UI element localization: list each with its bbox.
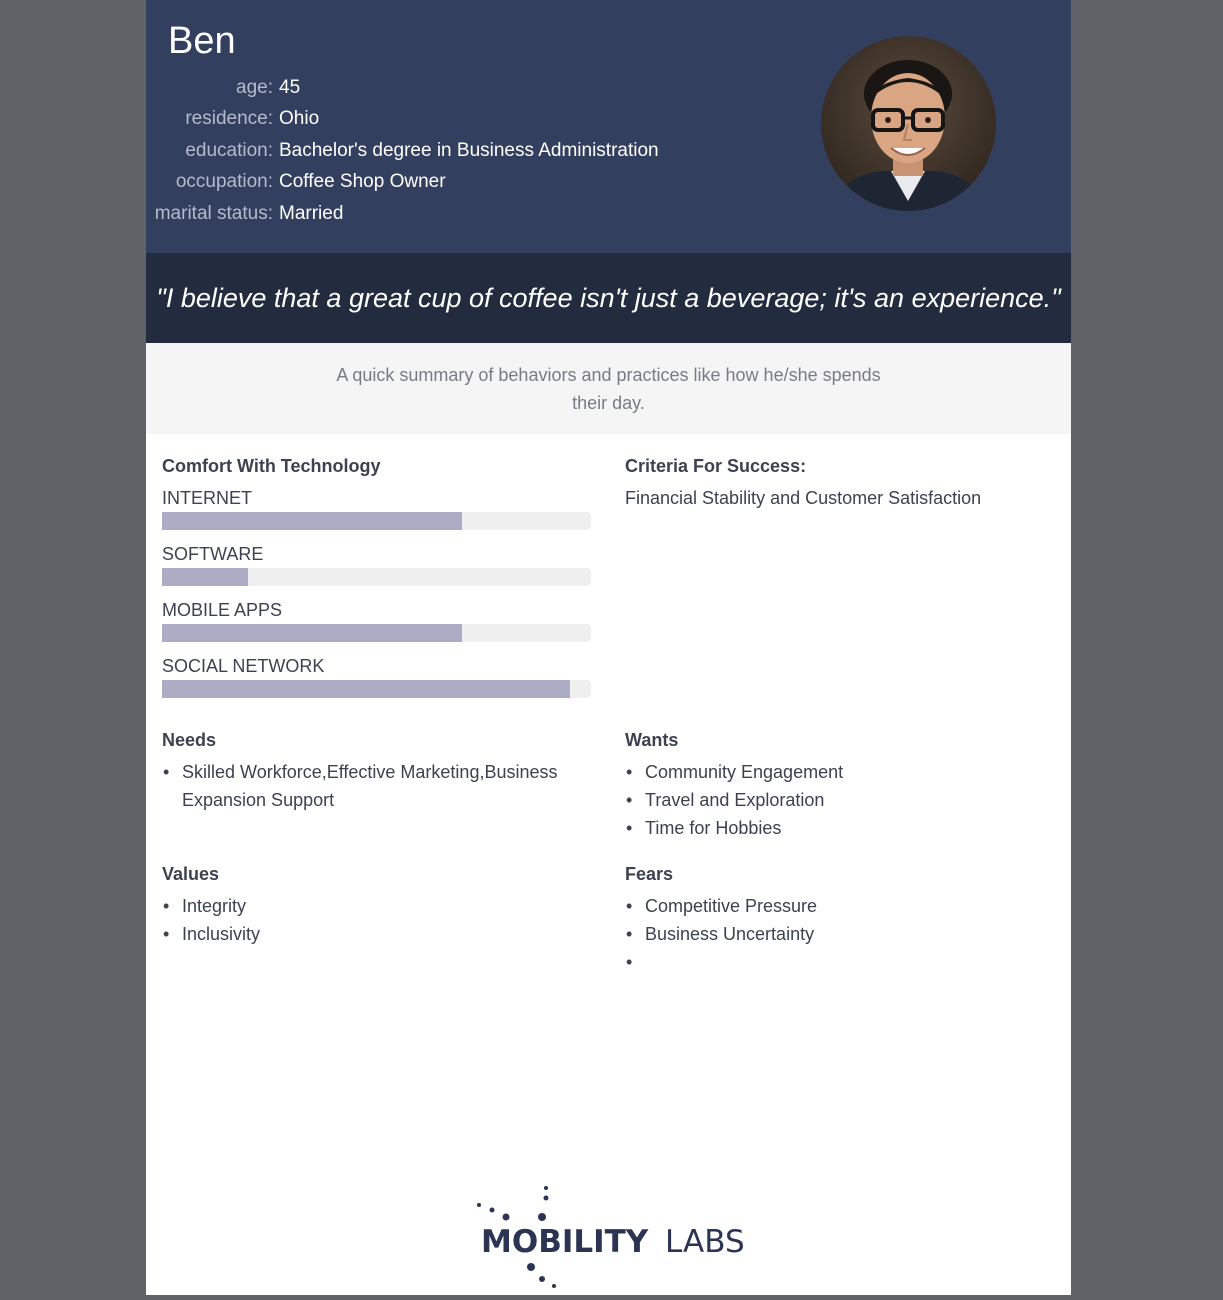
attribute-value: 45 <box>279 76 301 98</box>
criteria-text: Financial Stability and Customer Satisfa… <box>625 488 982 508</box>
progress-track <box>162 680 591 698</box>
list-item: Community Engagement <box>625 758 1055 786</box>
attribute-row-education: education: Bachelor's degree in Business… <box>146 135 659 167</box>
values-title: Values <box>162 864 220 884</box>
attribute-row-occupation: occupation: Coffee Shop Owner <box>146 167 659 199</box>
list-item: Skilled Workforce,Effective Marketing,Bu… <box>162 758 592 814</box>
attribute-label: education: <box>185 139 273 161</box>
attribute-label: marital status: <box>154 202 273 224</box>
tech-item-internet: INTERNET <box>162 484 591 540</box>
list-item: Travel and Exploration <box>625 786 1055 814</box>
criteria-title: Criteria For Success: <box>625 456 807 476</box>
list-item: Competitive Pressure <box>625 892 1055 920</box>
persona-attributes: age: 45 residence: Ohio education: Bache… <box>146 72 659 230</box>
tech-label: INTERNET <box>162 488 252 508</box>
attribute-value: Married <box>279 202 344 224</box>
persona-quote: "I believe that a great cup of coffee is… <box>146 253 1071 343</box>
wants-list: Community Engagement Travel and Explorat… <box>625 758 1055 842</box>
progress-fill <box>162 680 570 698</box>
fears-title: Fears <box>625 864 674 884</box>
fears-list: Competitive Pressure Business Uncertaint… <box>625 892 1055 976</box>
tech-label: SOCIAL NETWORK <box>162 656 325 676</box>
tech-label: MOBILE APPS <box>162 600 283 620</box>
list-item: Time for Hobbies <box>625 814 1055 842</box>
needs-list: Skilled Workforce,Effective Marketing,Bu… <box>162 758 592 814</box>
progress-track <box>162 512 591 530</box>
attribute-value: Coffee Shop Owner <box>279 171 446 193</box>
attribute-row-residence: residence: Ohio <box>146 104 659 136</box>
attribute-row-marital-status: marital status: Married <box>146 198 659 230</box>
list-item: Business Uncertainty <box>625 920 1055 948</box>
wants-title: Wants <box>625 730 679 750</box>
attribute-label: age: <box>236 76 273 98</box>
progress-track <box>162 568 591 586</box>
mobility-labs-logo: MOBILITY LABS <box>466 1180 746 1295</box>
list-item: Inclusivity <box>162 920 592 948</box>
portrait-photo <box>821 36 996 211</box>
progress-fill <box>162 512 463 530</box>
needs-title: Needs <box>162 730 217 750</box>
persona-avatar <box>821 36 996 211</box>
tech-item-software: SOFTWARE <box>162 540 591 596</box>
tech-label: SOFTWARE <box>162 544 264 564</box>
persona-card: Ben age: 45 residence: Ohio education: B… <box>146 0 1071 1295</box>
attribute-row-age: age: 45 <box>146 72 659 104</box>
progress-fill <box>162 624 463 642</box>
logo-text-bold: MOBILITY <box>481 1224 649 1260</box>
summary-text: A quick summary of behaviors and practic… <box>336 364 881 413</box>
quote-text: "I believe that a great cup of coffee is… <box>156 282 1061 313</box>
technology-list: INTERNET SOFTWARE MOBILE APPS SOCIAL NET… <box>162 484 591 708</box>
tech-item-social-network: SOCIAL NETWORK <box>162 652 591 708</box>
logo-icon: MOBILITY LABS <box>477 1186 745 1288</box>
logo-text-light: LABS <box>665 1224 745 1260</box>
progress-fill <box>162 568 248 586</box>
list-item <box>625 948 1055 976</box>
values-list: Integrity Inclusivity <box>162 892 592 948</box>
attribute-label: residence: <box>185 108 273 130</box>
attribute-value: Ohio <box>279 108 320 130</box>
progress-track <box>162 624 591 642</box>
list-item: Integrity <box>162 892 592 920</box>
attribute-label: occupation: <box>175 171 273 193</box>
persona-name: Ben <box>168 20 236 62</box>
svg-text:MOBILITY LABS: MOBILITY LABS <box>481 1224 745 1260</box>
persona-summary: A quick summary of behaviors and practic… <box>146 343 1071 434</box>
persona-header: Ben age: 45 residence: Ohio education: B… <box>146 0 1071 253</box>
technology-title: Comfort With Technology <box>162 456 381 476</box>
attribute-value: Bachelor's degree in Business Administra… <box>279 139 659 161</box>
tech-item-mobile-apps: MOBILE APPS <box>162 596 591 652</box>
